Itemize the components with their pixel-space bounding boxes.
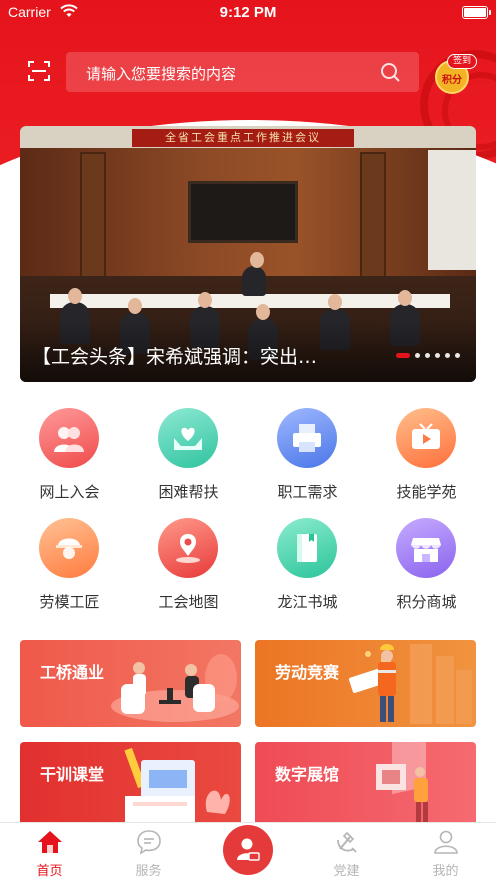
tab-services[interactable]: 服务 [99,823,198,882]
grid-item-label: 困难帮扶 [158,483,219,501]
banner-photo-speaker [242,252,266,296]
card-title: 数字展馆 [275,765,340,784]
grid-item-label: 龙江书城 [277,593,338,611]
grid-item-hardship-aid[interactable]: 困难帮扶 [129,404,248,514]
tab-profile[interactable]: 我的 [396,823,495,882]
grid-item-label: 技能学苑 [396,483,457,501]
pagination-dot[interactable] [455,353,460,358]
feature-grid: 网上入会 困难帮扶 职工需求 技能学苑 劳模工匠 工会地图 龙江书城 积分商城 [10,404,486,624]
news-banner[interactable]: 全省工会重点工作推进会议 【工会头条】宋希斌强调：突出… [20,126,476,382]
signin-tag: 签到 [447,54,477,69]
tab-label: 服务 [135,864,162,879]
tab-label: 党建 [333,864,360,879]
meeting-illustration [111,654,239,722]
grid-item-label: 积分商城 [396,593,457,611]
card-title: 干训课堂 [40,765,105,784]
clock: 9:12 PM [219,4,277,21]
banner-photo-desk [50,294,450,308]
banner-photo-screen [188,181,298,243]
classroom-illustration [124,747,230,822]
card-bridge-employment[interactable]: 工桥通业 [20,640,241,727]
helping-hands-icon [158,408,218,468]
card-digital-museum[interactable]: 数字展馆 [255,742,476,829]
grid-item-label: 劳模工匠 [39,593,100,611]
banner-pagination[interactable] [396,353,460,358]
tab-home[interactable]: 首页 [0,823,99,882]
printer-icon [277,408,337,468]
banner-photo-door [80,152,106,292]
pagination-dot[interactable] [435,353,440,358]
pagination-dot[interactable] [445,353,450,358]
user-center-icon [237,838,260,861]
grid-item-label: 工会地图 [158,593,219,611]
grid-item-label: 职工需求 [277,483,338,501]
search-input[interactable]: 请输入您要搜索的内容 [66,52,419,92]
shop-icon [396,518,456,578]
banner-photo-door [360,152,386,292]
tab-party-building[interactable]: 党建 [297,823,396,882]
museum-illustration [376,742,428,826]
home-icon [38,831,62,853]
grid-item-worker-needs[interactable]: 职工需求 [248,404,367,514]
bottom-tab-bar: 首页 服务 党建 我的 [0,822,496,882]
grid-item-model-workers[interactable]: 劳模工匠 [10,514,129,624]
profile-icon [434,830,458,854]
card-labor-competition[interactable]: 劳动竞赛 [255,640,476,727]
card-title: 劳动竞赛 [275,663,340,682]
grid-item-points-mall[interactable]: 积分商城 [367,514,486,624]
pagination-dot[interactable] [415,353,420,358]
map-pin-icon [158,518,218,578]
worker-illustration [348,644,472,724]
book-icon [277,518,337,578]
scan-icon[interactable] [28,60,50,82]
banner-photo-sign: 全省工会重点工作推进会议 [132,129,354,147]
pagination-dot[interactable] [396,353,410,358]
tab-label: 我的 [432,864,459,879]
user-center-button[interactable] [223,825,273,875]
grid-item-bookstore[interactable]: 龙江书城 [248,514,367,624]
points-label: 积分 [442,75,462,86]
service-chat-icon [137,830,161,855]
search-placeholder: 请输入您要搜索的内容 [86,65,237,83]
points-signin-button[interactable]: 积分 签到 [433,54,477,98]
grid-item-label: 网上入会 [39,483,100,501]
battery-icon [462,6,491,19]
worker-helmet-icon [39,518,99,578]
banner-photo-window [428,150,476,270]
join-union-icon [39,408,99,468]
tv-play-icon [396,408,456,468]
pagination-dot[interactable] [425,353,430,358]
search-icon [381,63,400,82]
grid-item-skills-academy[interactable]: 技能学苑 [367,404,486,514]
card-training-class[interactable]: 干训课堂 [20,742,241,829]
card-title: 工桥通业 [40,663,105,682]
status-bar: Carrier 9:12 PM [0,0,496,26]
party-emblem-icon [337,831,357,853]
banner-title[interactable]: 【工会头条】宋希斌强调：突出… [32,342,317,369]
grid-item-union-map[interactable]: 工会地图 [129,514,248,624]
grid-item-join-union[interactable]: 网上入会 [10,404,129,514]
tab-label: 首页 [36,864,63,879]
